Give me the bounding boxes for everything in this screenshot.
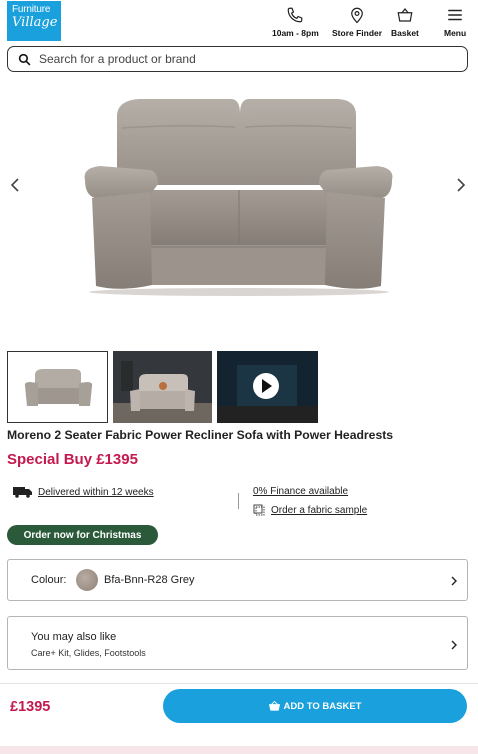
menu-button[interactable]: Menu: [444, 6, 466, 38]
colour-label: Colour:: [31, 574, 67, 586]
logo-line-2: Village: [12, 15, 58, 30]
search-icon: [18, 53, 31, 65]
add-to-basket-label: ADD TO BASKET: [283, 700, 362, 712]
feature-divider: [238, 493, 239, 509]
basket-icon: [397, 8, 413, 22]
phone-icon: [288, 7, 303, 23]
logo-line-1: Furniture: [12, 4, 51, 15]
delivery-info-link[interactable]: Delivered within 12 weeks: [13, 486, 154, 498]
thumbnail-video[interactable]: [217, 351, 318, 423]
colour-swatch: [76, 569, 98, 591]
search-input[interactable]: [39, 52, 439, 66]
finance-text: 0% Finance available: [253, 486, 349, 497]
thumbnail-sofa-cutout[interactable]: [7, 351, 108, 423]
you-may-also-like-panel[interactable]: You may also like Care+ Kit, Glides, Foo…: [7, 616, 468, 670]
product-main-image[interactable]: [0, 80, 478, 320]
add-to-basket-button[interactable]: ADD TO BASKET: [163, 689, 467, 723]
delivery-text: Delivered within 12 weeks: [38, 486, 154, 498]
basket-small-icon: [268, 701, 280, 711]
location-pin-icon: [351, 7, 363, 24]
chevron-right-icon: [451, 640, 457, 650]
search-bar[interactable]: [7, 46, 468, 72]
also-like-items: Care+ Kit, Glides, Footstools: [31, 648, 146, 658]
play-icon[interactable]: [253, 373, 279, 399]
store-finder-label: Store Finder: [332, 28, 383, 38]
basket-label: Basket: [391, 28, 419, 38]
bottom-price: £1395: [10, 699, 51, 715]
delivery-truck-icon: [13, 487, 32, 498]
also-like-heading: You may also like: [31, 631, 117, 643]
chevron-left-icon[interactable]: [9, 177, 23, 193]
fabric-sample-icon: [253, 504, 265, 516]
special-price: Special Buy £1395: [7, 451, 138, 468]
opening-hours-link[interactable]: 10am - 8pm: [272, 6, 319, 38]
basket-link[interactable]: Basket: [391, 6, 419, 38]
hamburger-menu-icon: [448, 9, 462, 21]
chevron-right-icon: [451, 576, 457, 586]
store-finder-link[interactable]: Store Finder: [332, 6, 382, 38]
fabric-sample-link[interactable]: Order a fabric sample: [253, 504, 367, 516]
thumbnail-sofa-room[interactable]: [113, 351, 212, 423]
chevron-right-icon[interactable]: [454, 177, 468, 193]
product-title: Moreno 2 Seater Fabric Power Recliner So…: [7, 428, 394, 442]
christmas-promo-badge: Order now for Christmas: [7, 525, 158, 545]
menu-label: Menu: [444, 28, 467, 38]
site-header: Furniture Village 10am - 8pm Store Finde…: [0, 0, 478, 44]
bottom-strip: [0, 746, 478, 754]
fabric-sample-text: Order a fabric sample: [271, 504, 368, 516]
colour-value: Bfa-Bnn-R28 Grey: [104, 574, 195, 586]
hours-label: 10am - 8pm: [272, 28, 319, 38]
finance-link[interactable]: 0% Finance available: [253, 486, 348, 497]
sticky-purchase-bar: £1395 ADD TO BASKET: [0, 683, 478, 754]
furniture-village-logo[interactable]: Furniture Village: [7, 1, 61, 41]
colour-selector[interactable]: Colour: Bfa-Bnn-R28 Grey: [7, 559, 468, 601]
